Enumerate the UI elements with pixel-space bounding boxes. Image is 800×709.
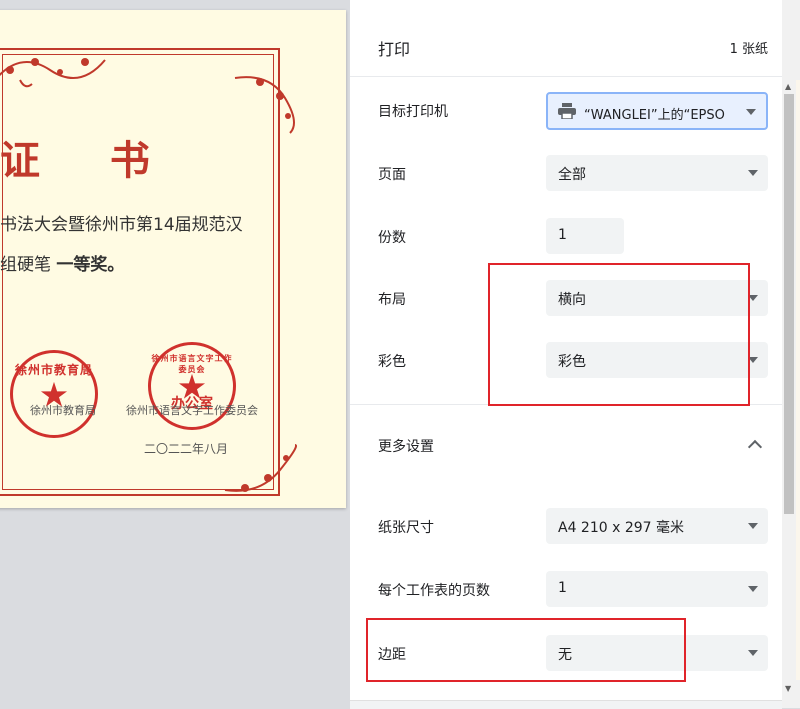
print-preview: 证 书 书法大会暨徐州市第14届规范汉 组硬笔 一等奖。 徐州市教育局 ★ 徐州…	[0, 0, 350, 708]
floral-ornament-top-left-icon	[0, 58, 106, 88]
pages-label: 页面	[378, 167, 406, 183]
certificate-issuer: 徐州市语言文字工作委员会	[126, 404, 258, 417]
certificate-title: 证 书	[0, 137, 178, 184]
chevron-up-icon[interactable]	[747, 439, 763, 455]
chevron-down-icon	[748, 523, 758, 529]
destination-label: 目标打印机	[378, 104, 448, 120]
copies-label: 份数	[378, 230, 406, 246]
destination-select[interactable]: “WANGLEI”上的“EPSO	[546, 92, 768, 130]
pages-value: 全部	[558, 167, 586, 183]
copies-input[interactable]: 1	[546, 218, 624, 254]
official-seal: 徐州市教育局 ★	[10, 350, 98, 438]
sheet-count: 1 张纸	[729, 42, 768, 57]
certificate-text-line: 书法大会暨徐州市第14届规范汉	[0, 215, 243, 235]
certificate-date: 二〇二二年八月	[144, 442, 229, 456]
chevron-down-icon	[748, 170, 758, 176]
panel-title: 打印	[378, 40, 411, 59]
scrollbar-thumb[interactable]	[784, 94, 794, 514]
floral-ornament-top-right-icon	[234, 76, 295, 134]
divider	[350, 76, 782, 77]
paper-size-label: 纸张尺寸	[378, 520, 434, 536]
color-label: 彩色	[378, 354, 406, 370]
scroll-down-arrow-icon[interactable]: ▼	[785, 684, 791, 693]
certificate-award: 一等奖。	[56, 255, 125, 275]
pages-per-sheet-label: 每个工作表的页数	[378, 583, 490, 599]
chevron-down-icon	[748, 650, 758, 656]
scroll-up-arrow-icon[interactable]: ▲	[785, 82, 791, 91]
copies-value: 1	[558, 227, 567, 243]
pages-per-sheet-value: 1	[558, 580, 567, 596]
certificate-text-line: 组硬笔 一等奖。	[0, 250, 124, 275]
printer-icon	[558, 103, 576, 119]
certificate-page: 证 书 书法大会暨徐州市第14届规范汉 组硬笔 一等奖。 徐州市教育局 ★ 徐州…	[0, 10, 346, 508]
floral-ornament-bottom-right-icon	[224, 444, 297, 492]
annotation-highlight-box	[366, 618, 686, 682]
pages-per-sheet-select[interactable]: 1	[546, 571, 768, 607]
destination-value: “WANGLEI”上的“EPSO	[584, 108, 725, 123]
paper-size-value: A4 210 x 297 毫米	[558, 520, 685, 536]
chevron-down-icon	[748, 586, 758, 592]
layout-label: 布局	[378, 292, 406, 308]
paper-size-select[interactable]: A4 210 x 297 毫米	[546, 508, 768, 544]
pages-select[interactable]: 全部	[546, 155, 768, 191]
certificate-issuer: 徐州市教育局	[30, 404, 96, 417]
more-settings-toggle[interactable]: 更多设置	[378, 436, 434, 456]
certificate-text-prefix: 组硬笔	[0, 255, 51, 275]
background-document	[796, 80, 800, 680]
chevron-down-icon	[746, 109, 756, 115]
annotation-highlight-box	[488, 263, 750, 406]
